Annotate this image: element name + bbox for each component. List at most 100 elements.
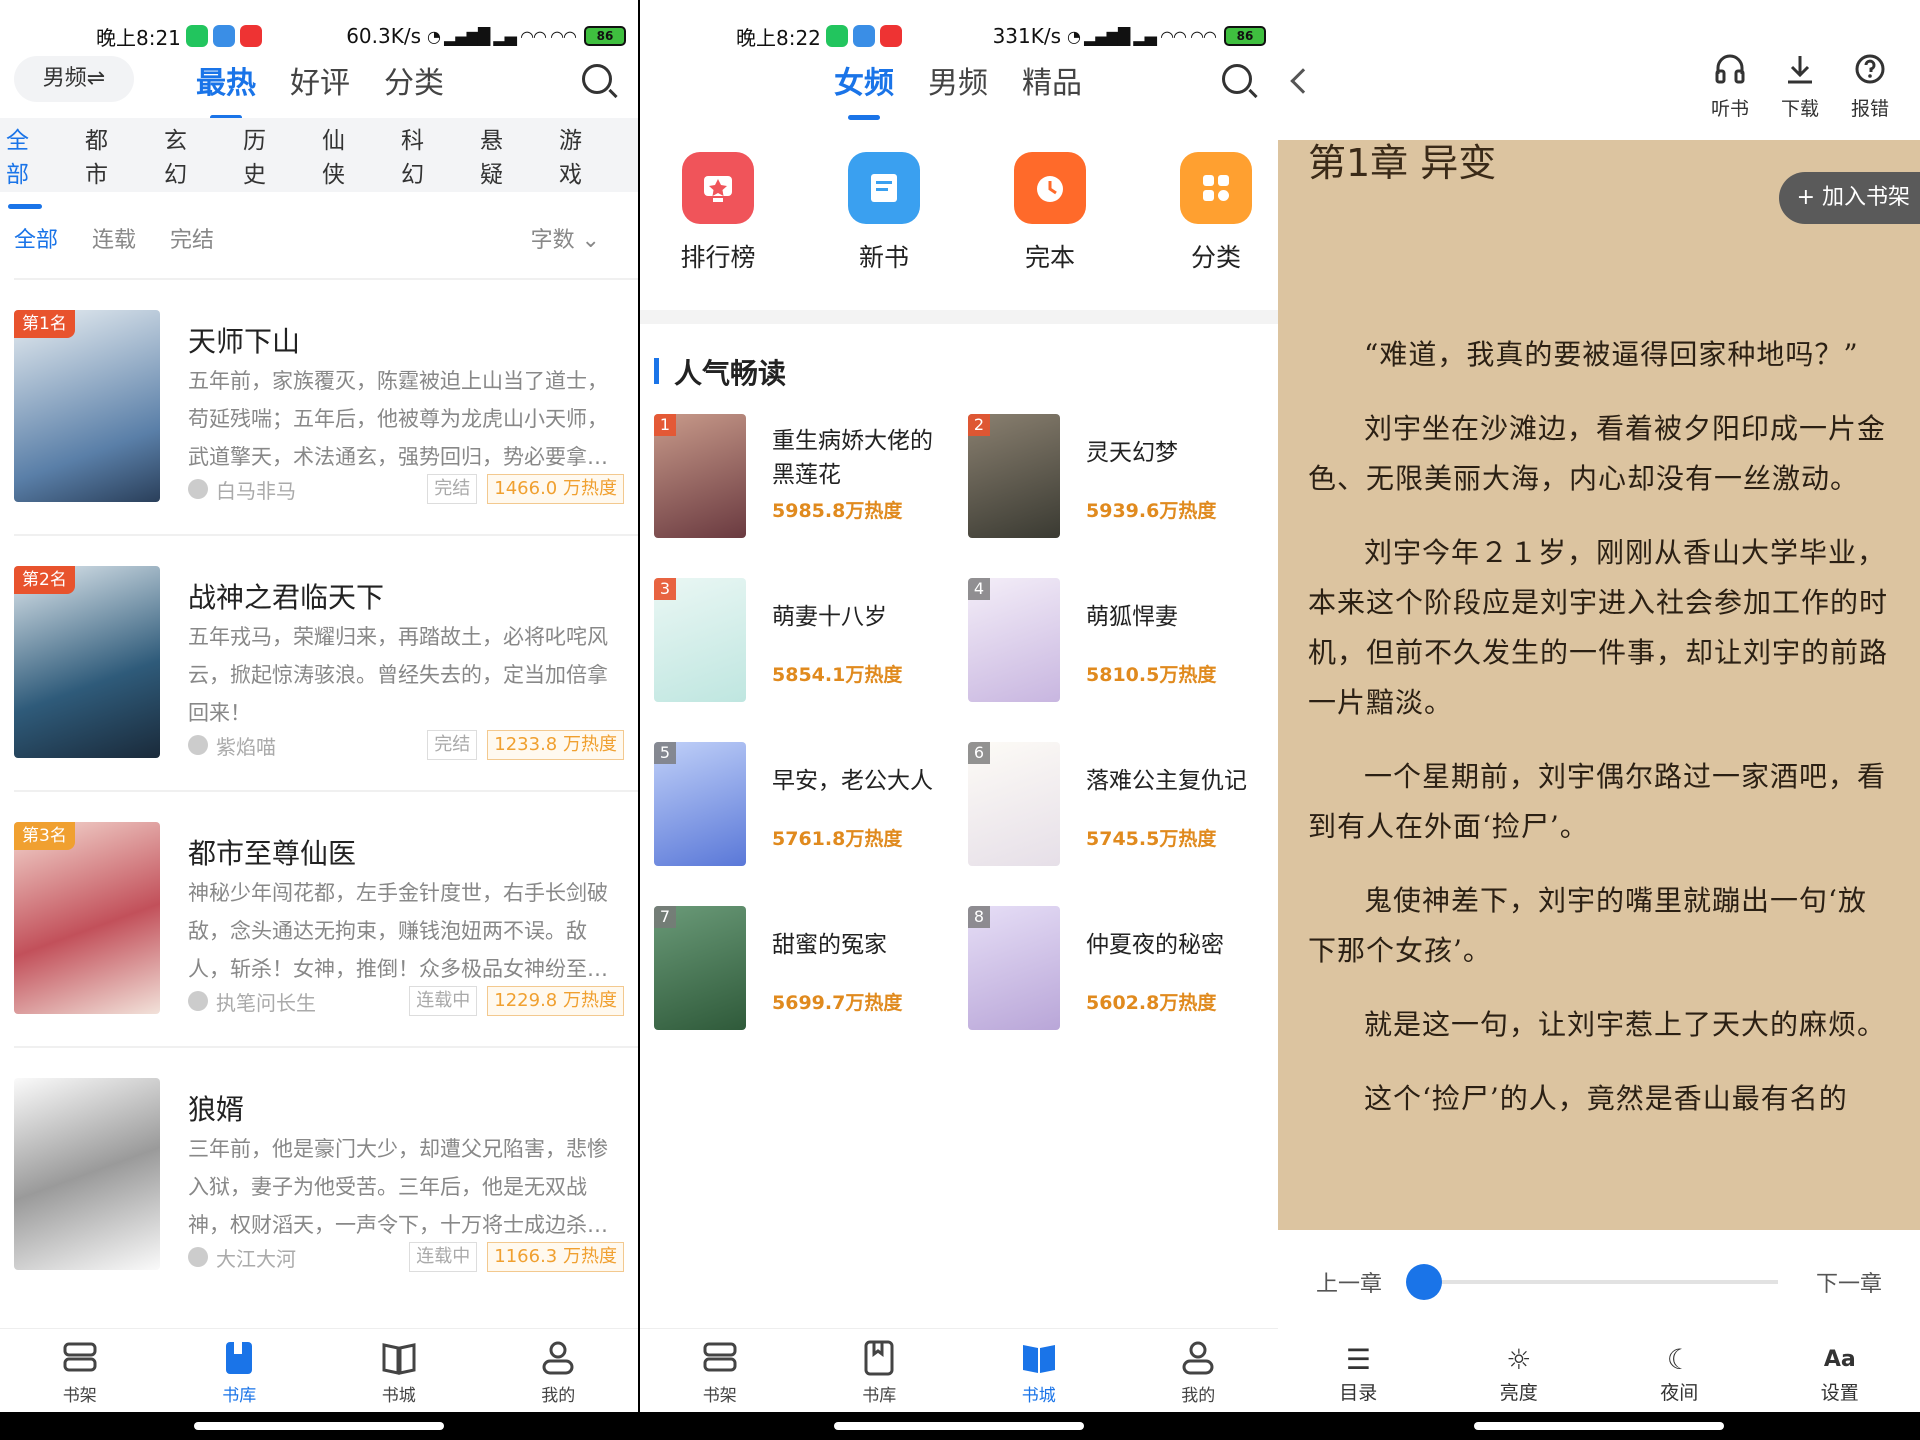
nav-label: 我的 <box>1181 1386 1216 1406</box>
book-item[interactable]: 狼婿 三年前，他是豪门大少，却遭父兄陷害，悲惨入狱，妻子为他受苦。三年后，他是无… <box>0 1058 638 1314</box>
heat-value: 5985.8万热度 <box>772 500 903 522</box>
tab-hot[interactable]: 最热 <box>196 58 256 120</box>
status-badge: 完结 <box>427 474 478 504</box>
next-chapter-button[interactable]: 下一章 <box>1816 1266 1882 1298</box>
status-filter: 全部 连载 完结 字数 ⌄ <box>14 222 624 254</box>
toc-button[interactable]: ☰ 目录 <box>1308 1342 1408 1405</box>
search-icon[interactable] <box>582 64 612 94</box>
cat-scifi[interactable]: 科幻 <box>401 121 446 189</box>
rank-tabs: 最热 好评 分类 <box>196 58 478 120</box>
user-icon <box>542 1341 574 1375</box>
cat-fantasy[interactable]: 玄幻 <box>164 121 209 189</box>
moon-icon: ☾ <box>1666 1343 1692 1376</box>
cat-mystery[interactable]: 悬疑 <box>480 121 525 189</box>
add-to-shelf-button[interactable]: + 加入书架 <box>1778 172 1920 224</box>
book-cover: 6 <box>968 742 1060 866</box>
tab-male[interactable]: 男频 <box>928 58 988 102</box>
heat-value: 5761.8万热度 <box>772 828 903 850</box>
bottom-navigation: 书架 书库 书城 我的 <box>640 1328 1278 1412</box>
nav-bookshelf[interactable]: 书架 <box>20 1329 140 1412</box>
book-item[interactable]: 第3名 都市至尊仙医 神秘少年闯花都，左手金针度世，右手长剑破敌，念头通达无拘束… <box>0 802 638 1058</box>
nav-library[interactable]: 书库 <box>179 1329 299 1412</box>
nav-library[interactable]: 书库 <box>819 1329 939 1412</box>
nav-profile[interactable]: 我的 <box>1138 1329 1258 1412</box>
channel-tabs: 女频 男频 精品 <box>834 58 1116 120</box>
home-indicator <box>1474 1422 1724 1430</box>
book-description: 神秘少年闯花都，左手金针度世，右手长剑破敌，念头通达无拘束，赚钱泡妞两不误。敌人… <box>188 881 608 981</box>
heat-badge: 1233.8 万热度 <box>487 730 624 760</box>
heat-badge: 1166.3 万热度 <box>487 1242 624 1272</box>
filter-all[interactable]: 全部 <box>14 222 58 254</box>
cat-game[interactable]: 游戏 <box>559 121 604 189</box>
brightness-button[interactable]: ☼ 亮度 <box>1469 1342 1569 1405</box>
cat-all[interactable]: 全部 <box>6 121 51 209</box>
quick-ranking[interactable]: 排行榜 <box>658 152 778 274</box>
signal-icon: ◔ ▂▄▆█ ▂▄ ◠◠ ◠◠ <box>427 26 577 46</box>
paragraph: 刘宇今年２１岁，刚刚从香山大学毕业，本来这个阶段应是刘宇进入社会参加工作的时机，… <box>1308 536 1889 719</box>
popular-book-item[interactable]: 2 灵天幻梦 5939.6万热度 <box>954 414 1254 544</box>
popular-book-item[interactable]: 5 早安，老公大人 5761.8万热度 <box>640 742 940 872</box>
book-title: 萌狐悍妻 <box>1086 604 1178 630</box>
rank-badge: 第3名 <box>14 822 75 850</box>
cat-xianxia[interactable]: 仙侠 <box>322 121 367 189</box>
rank-number: 3 <box>654 578 676 600</box>
popular-book-item[interactable]: 6 落难公主复仇记 5745.5万热度 <box>954 742 1254 872</box>
user-icon <box>1182 1341 1214 1375</box>
book-title: 天师下山 <box>188 325 301 358</box>
popular-book-item[interactable]: 3 萌妻十八岁 5854.1万热度 <box>640 578 940 708</box>
book-author: 白马非马 <box>216 478 296 503</box>
back-icon[interactable] <box>1290 68 1316 94</box>
nav-bookshelf[interactable]: 书架 <box>660 1329 780 1412</box>
heat-badge: 1229.8 万热度 <box>487 986 624 1016</box>
popular-book-item[interactable]: 4 萌狐悍妻 5810.5万热度 <box>954 578 1254 708</box>
slider-knob[interactable] <box>1406 1264 1443 1300</box>
filter-finished[interactable]: 完结 <box>170 222 214 254</box>
tab-premium[interactable]: 精品 <box>1022 58 1082 102</box>
tab-female[interactable]: 女频 <box>834 58 894 120</box>
quick-label: 分类 <box>1190 243 1241 272</box>
search-icon[interactable] <box>1222 64 1252 94</box>
cat-urban[interactable]: 都市 <box>85 121 130 189</box>
nav-store[interactable]: 书城 <box>979 1329 1099 1412</box>
paragraph: “难道，我真的要被逼得回家种地吗？” <box>1364 338 1859 371</box>
book-title: 狼婿 <box>188 1093 245 1126</box>
report-button[interactable]: 报错 <box>1830 52 1910 121</box>
popular-book-item[interactable]: 1 重生病娇大佬的黑莲花 5985.8万热度 <box>640 414 940 544</box>
quick-label: 新书 <box>858 243 909 272</box>
popular-book-item[interactable]: 8 仲夏夜的秘密 5602.8万热度 <box>954 906 1254 1036</box>
book-store-panel: 晚上8:22 331K/s ◔ ▂▄▆█ ▂▄ ◠◠ ◠◠ 86 女频 男频 精… <box>640 0 1278 1440</box>
book-item[interactable]: 第2名 战神之君临天下 五年戎马，荣耀归来，再踏故土，必将叱咤风云，掀起惊涛骇浪… <box>0 546 638 802</box>
status-time: 晚上8:21 <box>96 25 181 50</box>
sort-dropdown[interactable]: 字数 ⌄ <box>531 222 600 254</box>
tab-category[interactable]: 分类 <box>384 58 444 102</box>
wechat-icon <box>185 25 208 47</box>
tool-label: 设置 <box>1820 1382 1859 1404</box>
bottom-navigation: 书架 书库 书城 我的 <box>0 1328 638 1412</box>
settings-button[interactable]: Aa 设置 <box>1790 1342 1890 1405</box>
nav-store[interactable]: 书城 <box>339 1329 459 1412</box>
night-mode-button[interactable]: ☾ 夜间 <box>1629 1342 1729 1405</box>
tool-label: 目录 <box>1339 1382 1378 1404</box>
tool-label: 报错 <box>1850 98 1889 120</box>
cat-history[interactable]: 历史 <box>243 121 288 189</box>
book-icon <box>864 1340 894 1376</box>
book-item[interactable]: 第1名 天师下山 五年前，家族覆灭，陈霆被迫上山当了道士，苟延残喘；五年后，他被… <box>0 290 638 546</box>
gender-switch[interactable]: 男频⇌ <box>14 56 134 102</box>
reader-panel: 听书 下载 报错 第1章 异变 + 加入书架 “难道，我真的要被逼得回家种地吗？… <box>1278 0 1920 1440</box>
quick-finished[interactable]: 完本 <box>990 152 1110 274</box>
rank-badge: 第1名 <box>14 310 75 338</box>
popular-book-item[interactable]: 7 甜蜜的冤家 5699.7万热度 <box>640 906 940 1036</box>
nav-profile[interactable]: 我的 <box>498 1329 618 1412</box>
download-button[interactable]: 下载 <box>1760 52 1840 121</box>
prev-chapter-button[interactable]: 上一章 <box>1316 1266 1382 1298</box>
chapter-progress-slider[interactable] <box>1406 1264 1778 1300</box>
paragraph: 就是这一句，让刘宇惹上了天大的麻烦。 <box>1364 1008 1887 1041</box>
quick-new-books[interactable]: 新书 <box>824 152 944 274</box>
battery-icon: 86 <box>584 26 626 46</box>
tab-rated[interactable]: 好评 <box>290 58 350 102</box>
quick-category[interactable]: 分类 <box>1156 152 1276 274</box>
filter-serial[interactable]: 连载 <box>92 222 136 254</box>
book-library-panel: 晚上8:21 60.3K/s ◔ ▂▄▆█ ▂▄ ◠◠ ◠◠ 86 男频⇌ 最热… <box>0 0 638 1440</box>
list-icon: ☰ <box>1345 1343 1371 1376</box>
listen-button[interactable]: 听书 <box>1690 52 1770 121</box>
